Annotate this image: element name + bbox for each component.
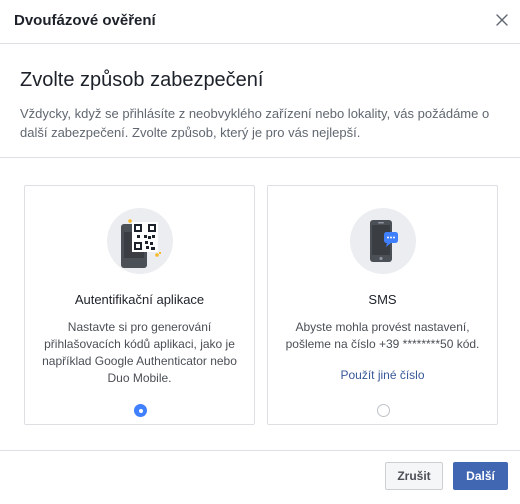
- option-description: Abyste mohla provést nastavení, pošleme …: [285, 320, 480, 351]
- option-description: Nastavte si pro generování přihlašovacíc…: [42, 320, 237, 385]
- radio-authenticator-app[interactable]: [134, 404, 147, 417]
- cancel-button[interactable]: Zrušit: [385, 462, 443, 490]
- option-title: SMS: [368, 292, 397, 307]
- close-icon[interactable]: [493, 11, 511, 29]
- dialog-title: Dvoufázové ověření: [14, 12, 156, 29]
- authenticator-app-qr-icon: [107, 208, 173, 274]
- option-title: Autentifikační aplikace: [74, 292, 205, 307]
- next-button[interactable]: Další: [453, 462, 508, 490]
- page-title: Zvolte způsob zabezpečení: [20, 69, 264, 91]
- option-sms[interactable]: SMS Abyste mohla provést nastavení, pošl…: [267, 185, 498, 425]
- intro-description: Vždycky, když se přihlásíte z neobvykléh…: [20, 106, 490, 140]
- radio-sms[interactable]: [377, 404, 390, 417]
- option-authenticator-app[interactable]: Autentifikační aplikace Nastavte si pro …: [24, 185, 255, 425]
- divider: [0, 450, 520, 451]
- dialog-header: Dvoufázové ověření: [0, 0, 520, 44]
- divider: [0, 157, 520, 158]
- phone-sms-icon: [350, 208, 416, 274]
- use-other-number-link[interactable]: Použít jiné číslo: [268, 368, 497, 382]
